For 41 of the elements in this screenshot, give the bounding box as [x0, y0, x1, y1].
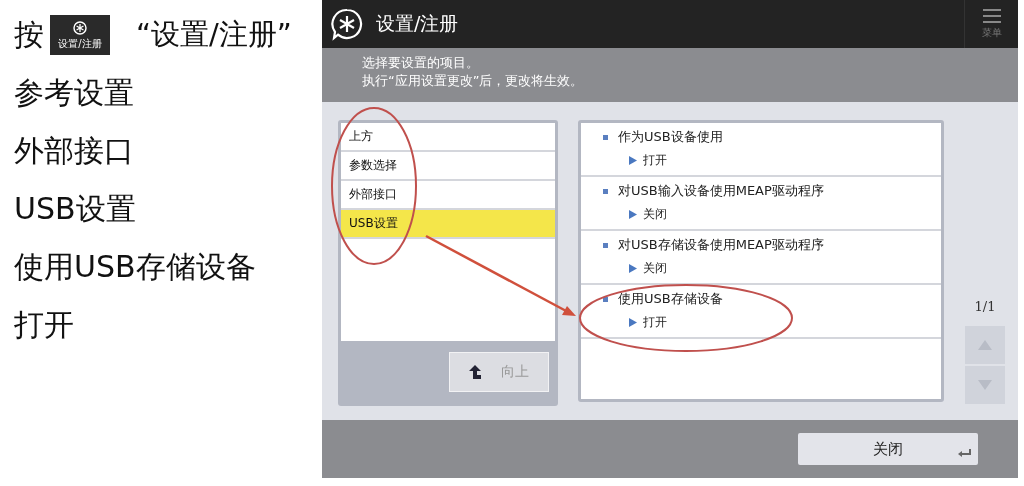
instruction-text: 执行“应用设置更改”后，更改将生效。 — [362, 72, 585, 90]
step-text: 按 — [14, 15, 44, 54]
close-button[interactable]: 关闭 — [798, 433, 978, 465]
setting-item[interactable]: 对USB输入设备使用MEAP驱动程序 关闭 — [581, 177, 941, 231]
step-text: 打开 — [14, 305, 74, 344]
category-item[interactable]: USB设置 — [341, 210, 555, 239]
page-counter: 1/1 — [974, 299, 996, 314]
instruction-text: 选择要设置的项目。 — [362, 54, 480, 72]
arrow-icon — [629, 156, 637, 165]
step-text: 外部接口 — [14, 131, 134, 170]
return-icon — [958, 449, 972, 459]
bullet-icon — [603, 134, 608, 140]
setting-name: 使用USB存储设备 — [618, 290, 723, 308]
setting-value: 关闭 — [643, 260, 667, 277]
setting-value: 打开 — [643, 152, 667, 169]
setting-item[interactable]: 对USB存储设备使用MEAP驱动程序 关闭 — [581, 231, 941, 285]
arrow-icon — [629, 210, 637, 219]
bullet-icon — [603, 242, 608, 248]
setting-name: 对USB输入设备使用MEAP驱动程序 — [618, 182, 824, 200]
menu-icon — [982, 8, 1001, 23]
triangle-up-icon — [978, 340, 992, 350]
category-item[interactable]: 参数选择 — [341, 152, 555, 181]
setting-item[interactable]: 使用USB存储设备 打开 — [581, 285, 941, 339]
setting-value: 关闭 — [643, 206, 667, 223]
setting-value: 打开 — [643, 314, 667, 331]
screen-title: 设置/注册 — [376, 11, 460, 36]
step-text: “设置/注册” — [136, 16, 292, 53]
arrow-icon — [629, 318, 637, 327]
settings-button-icon: 设置/注册 — [50, 15, 110, 55]
category-item[interactable]: 上方 — [341, 123, 555, 152]
bullet-icon — [603, 188, 608, 194]
arrow-icon — [629, 264, 637, 273]
step-text: 使用USB存储设备 — [14, 247, 256, 286]
setting-name: 对USB存储设备使用MEAP驱动程序 — [618, 236, 824, 254]
bullet-icon — [603, 296, 608, 302]
step-text: USB设置 — [14, 189, 136, 228]
settings-icon — [330, 7, 364, 41]
setting-name: 作为USB设备使用 — [618, 128, 723, 146]
setting-item[interactable]: 作为USB设备使用 打开 — [581, 123, 941, 177]
step-text: 参考设置 — [14, 73, 134, 112]
triangle-down-icon — [978, 380, 992, 390]
